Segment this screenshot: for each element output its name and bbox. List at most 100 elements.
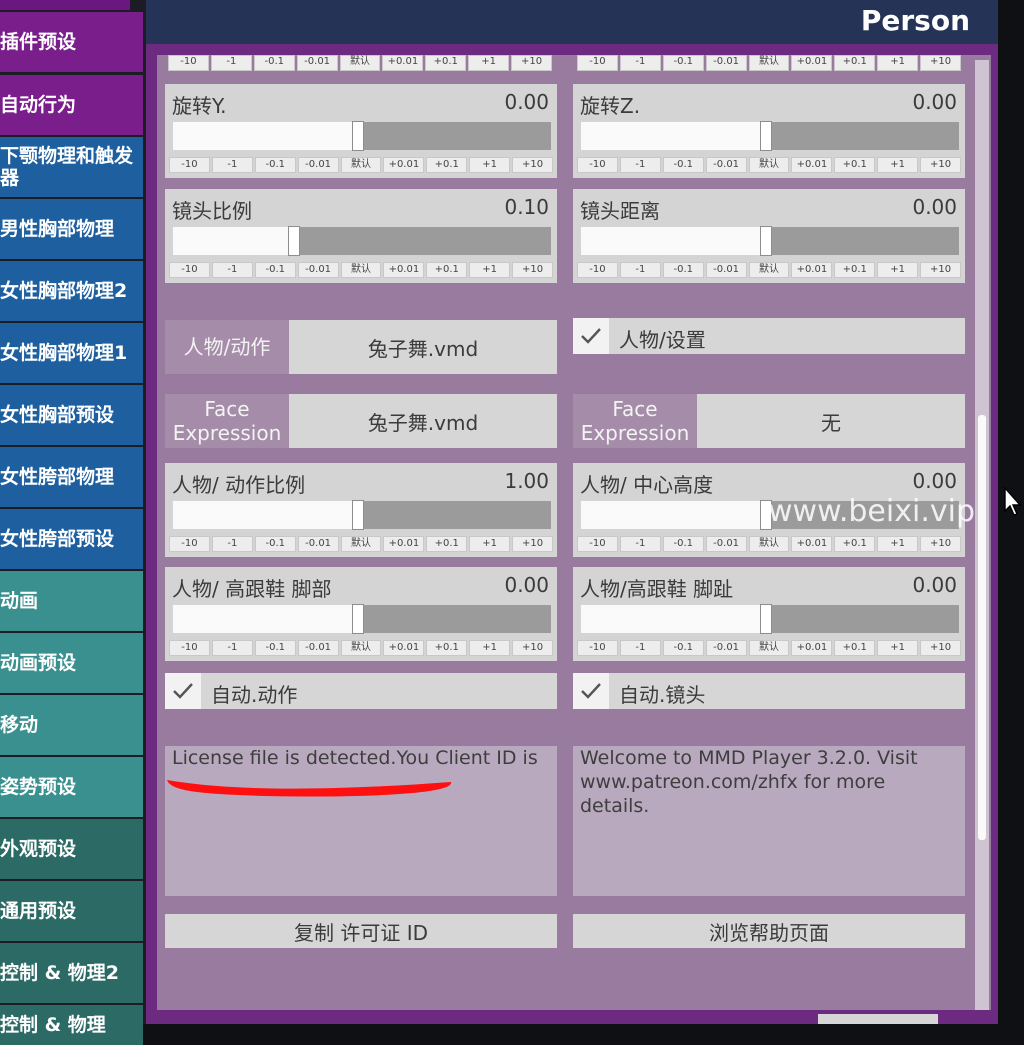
motion-file-button[interactable]: 兔子舞.vmd xyxy=(289,320,557,374)
step-button[interactable]: +0.1 xyxy=(834,536,876,552)
step-button[interactable]: -0.1 xyxy=(662,640,704,656)
step-button[interactable]: -10 xyxy=(577,536,618,552)
step-button[interactable]: -0.01 xyxy=(705,55,747,71)
step-button[interactable]: -10 xyxy=(577,640,618,656)
sidebar-item[interactable]: 插件预设 xyxy=(0,12,143,72)
step-button[interactable]: +0.1 xyxy=(834,157,876,173)
step-button[interactable]: -0.1 xyxy=(254,157,296,173)
slider-track[interactable] xyxy=(581,121,959,151)
step-button[interactable]: -0.01 xyxy=(297,262,339,278)
step-button[interactable]: -0.01 xyxy=(705,640,747,656)
auto-motion-toggle[interactable]: 自动.动作 xyxy=(165,673,557,709)
step-button[interactable]: -10 xyxy=(169,262,210,278)
step-button[interactable]: 默认 xyxy=(340,536,382,552)
sidebar-item[interactable]: 自动行为 xyxy=(0,75,143,135)
step-button[interactable]: +1 xyxy=(469,262,511,278)
step-button[interactable]: -10 xyxy=(577,55,618,71)
step-button[interactable]: -10 xyxy=(168,55,209,71)
step-button[interactable]: -1 xyxy=(211,536,253,552)
slider-thumb[interactable] xyxy=(760,121,772,151)
slider-thumb[interactable] xyxy=(760,604,772,634)
sidebar-item[interactable]: 移动 xyxy=(0,695,143,755)
step-button[interactable]: -1 xyxy=(211,262,253,278)
step-button[interactable]: -1 xyxy=(211,157,253,173)
step-button[interactable]: -0.01 xyxy=(705,157,747,173)
sidebar-item[interactable]: 通用预设 xyxy=(0,881,143,941)
step-button[interactable]: +0.01 xyxy=(791,157,833,173)
step-button[interactable]: +1 xyxy=(877,536,919,552)
step-button[interactable]: -0.01 xyxy=(297,536,339,552)
step-button[interactable]: +0.01 xyxy=(791,55,833,71)
step-button[interactable]: +0.1 xyxy=(426,536,468,552)
step-button[interactable]: 默认 xyxy=(340,157,382,173)
step-button[interactable]: -0.1 xyxy=(662,157,704,173)
slider-track[interactable] xyxy=(581,604,959,634)
copy-license-id-button[interactable]: 复制 许可证 ID xyxy=(165,914,557,948)
face-expression-file-button-left[interactable]: 兔子舞.vmd xyxy=(289,394,557,448)
step-button[interactable]: +1 xyxy=(877,55,919,71)
slider-track[interactable] xyxy=(581,226,959,256)
step-button[interactable]: +0.01 xyxy=(383,262,425,278)
sidebar-item[interactable]: 女性胸部预设 xyxy=(0,385,143,445)
step-button[interactable]: +10 xyxy=(512,640,554,656)
step-button[interactable]: +10 xyxy=(920,536,962,552)
step-button[interactable]: +1 xyxy=(877,640,919,656)
step-button[interactable]: -1 xyxy=(619,157,661,173)
scrollbar-thumb[interactable] xyxy=(978,415,986,840)
bottom-partial-button[interactable] xyxy=(818,1014,938,1024)
step-button[interactable]: -0.1 xyxy=(662,262,704,278)
face-expression-file-button-right[interactable]: 无 xyxy=(697,394,965,448)
step-button[interactable]: +1 xyxy=(469,640,511,656)
sidebar-item[interactable]: 下颚物理和触发器 xyxy=(0,137,143,197)
welcome-textarea[interactable]: Welcome to MMD Player 3.2.0. Visit www.p… xyxy=(573,746,965,896)
step-button[interactable]: -10 xyxy=(169,640,210,656)
settings-checkbox[interactable] xyxy=(573,318,609,354)
step-button[interactable]: +0.1 xyxy=(834,262,876,278)
step-button[interactable]: -1 xyxy=(619,640,661,656)
step-button[interactable]: -0.1 xyxy=(254,640,296,656)
sidebar-item[interactable]: 控制 & 物理2 xyxy=(0,943,143,1003)
slider-thumb[interactable] xyxy=(352,604,364,634)
step-button[interactable]: -1 xyxy=(211,640,253,656)
step-button[interactable]: -0.01 xyxy=(705,536,747,552)
auto-camera-checkbox[interactable] xyxy=(573,673,609,709)
sidebar-item[interactable]: 动画预设 xyxy=(0,633,143,693)
step-button[interactable]: 默认 xyxy=(748,640,790,656)
step-button[interactable]: 默认 xyxy=(748,262,790,278)
slider-track[interactable] xyxy=(173,226,551,256)
step-button[interactable]: 默认 xyxy=(748,55,790,71)
step-button[interactable]: +10 xyxy=(511,55,553,71)
step-button[interactable]: +0.01 xyxy=(791,640,833,656)
step-button[interactable]: +10 xyxy=(512,262,554,278)
step-button[interactable]: 默认 xyxy=(340,262,382,278)
slider-track[interactable] xyxy=(173,500,551,530)
step-button[interactable]: +10 xyxy=(920,157,962,173)
step-button[interactable]: -10 xyxy=(577,262,618,278)
step-button[interactable]: +1 xyxy=(468,55,510,71)
sidebar-item[interactable]: 外观预设 xyxy=(0,819,143,879)
step-button[interactable]: -0.01 xyxy=(297,640,339,656)
sidebar-item[interactable]: 姿势预设 xyxy=(0,757,143,817)
auto-camera-toggle[interactable]: 自动.镜头 xyxy=(573,673,965,709)
step-button[interactable]: +0.01 xyxy=(383,640,425,656)
sidebar-item[interactable]: 女性胸部物理1 xyxy=(0,323,143,383)
step-button[interactable]: 默认 xyxy=(339,55,381,71)
slider-thumb[interactable] xyxy=(288,226,300,256)
step-button[interactable]: -0.01 xyxy=(705,262,747,278)
step-button[interactable]: -0.1 xyxy=(662,536,704,552)
sidebar-item[interactable]: 男性胸部物理 xyxy=(0,199,143,259)
step-button[interactable]: +0.01 xyxy=(382,55,424,71)
step-button[interactable]: -1 xyxy=(210,55,252,71)
step-button[interactable]: +0.1 xyxy=(834,55,876,71)
step-button[interactable]: -0.1 xyxy=(253,55,295,71)
slider-thumb[interactable] xyxy=(760,226,772,256)
step-button[interactable]: -0.1 xyxy=(662,55,704,71)
auto-motion-checkbox[interactable] xyxy=(165,673,201,709)
step-button[interactable]: +0.01 xyxy=(791,536,833,552)
step-button[interactable]: -1 xyxy=(619,262,661,278)
slider-track[interactable] xyxy=(173,121,551,151)
step-button[interactable]: +10 xyxy=(512,157,554,173)
sidebar-item[interactable]: 女性胯部物理 xyxy=(0,447,143,507)
step-button[interactable]: 默认 xyxy=(748,157,790,173)
step-button[interactable]: +10 xyxy=(920,262,962,278)
